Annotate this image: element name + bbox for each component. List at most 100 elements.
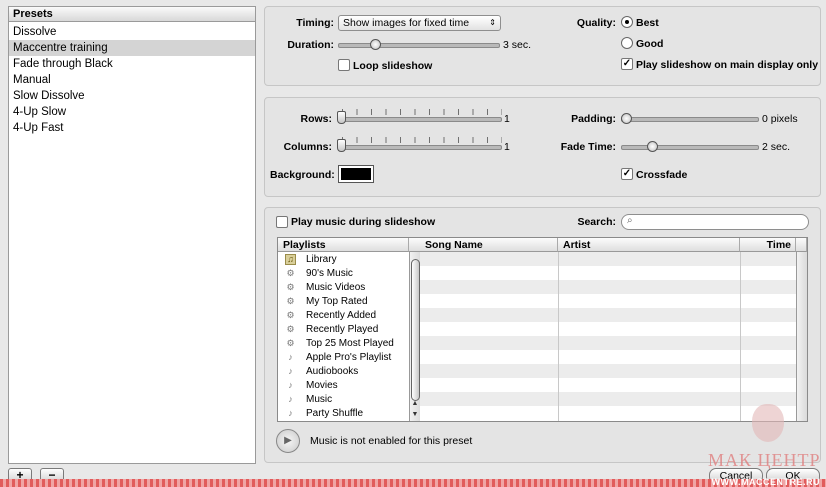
preset-item[interactable]: Manual: [9, 72, 255, 88]
playlist-icon: ♪: [288, 380, 293, 390]
smart-playlist-icon: ⚙: [286, 324, 295, 334]
fade-time-label: Fade Time:: [560, 141, 616, 153]
playlist-icon: ♪: [288, 366, 293, 376]
search-input[interactable]: ⌕: [621, 214, 809, 230]
preset-list: Dissolve Maccentre training Fade through B…: [9, 22, 255, 136]
playlist-icon: ♪: [288, 408, 293, 418]
playlist-item-label: Party Shuffle: [306, 408, 364, 419]
playlist-item-label: Recently Played: [306, 324, 379, 335]
quality-label: Quality:: [576, 17, 616, 29]
quality-best-label: Best: [636, 17, 659, 29]
artist-column-header[interactable]: Artist: [558, 238, 740, 252]
playlist-item[interactable]: ⚙ Recently Added: [278, 309, 409, 323]
song-name-column-header[interactable]: Song Name: [420, 238, 558, 252]
songs-header-corner: [796, 238, 807, 252]
playlist-item[interactable]: ♪ Music: [278, 393, 409, 407]
crossfade-checkbox[interactable]: ✓: [621, 168, 633, 180]
duration-label: Duration:: [287, 39, 334, 51]
songs-scrollbar[interactable]: [796, 252, 807, 421]
columns-value: 1: [504, 141, 510, 153]
playlist-item-label: My Top Rated: [306, 296, 368, 307]
smart-playlist-icon: ⚙: [286, 268, 295, 278]
rows-slider-knob[interactable]: [337, 111, 346, 124]
playlist-item[interactable]: ♪ Party Shuffle: [278, 407, 409, 421]
quality-good-label: Good: [636, 38, 664, 50]
rows-slider[interactable]: [338, 117, 502, 122]
preset-item[interactable]: Dissolve: [9, 24, 255, 40]
smart-playlist-icon: ⚙: [286, 282, 295, 292]
music-status-text: Music is not enabled for this preset: [310, 435, 473, 447]
scroll-up-icon[interactable]: ▲: [410, 399, 420, 409]
play-preview-button[interactable]: ▶: [276, 429, 300, 453]
smart-playlist-icon: ⚙: [286, 310, 295, 320]
timing-label: Timing:: [296, 17, 334, 29]
playlist-icon: ♪: [288, 394, 293, 404]
column-divider: [740, 252, 741, 421]
search-label: Search:: [577, 216, 616, 228]
padding-slider[interactable]: [621, 117, 759, 122]
columns-slider[interactable]: [338, 145, 502, 150]
playlist-item[interactable]: ⚙ My Top Rated: [278, 295, 409, 309]
main-display-checkbox[interactable]: ✓: [621, 58, 633, 70]
columns-ticks: [342, 137, 502, 143]
scroll-down-icon[interactable]: ▼: [410, 410, 420, 420]
columns-slider-knob[interactable]: [337, 139, 346, 152]
presets-panel: Presets Dissolve Maccentre training Fade t…: [8, 6, 256, 464]
fade-time-slider[interactable]: [621, 145, 759, 150]
preset-item[interactable]: 4-Up Slow: [9, 104, 255, 120]
smart-playlist-icon: ⚙: [286, 338, 295, 348]
time-column-header[interactable]: Time: [740, 238, 796, 252]
loop-slideshow-checkbox[interactable]: [338, 59, 350, 71]
playlist-item[interactable]: ⚙ 90's Music: [278, 267, 409, 281]
playlists-header[interactable]: Playlists: [278, 238, 409, 252]
playlist-item[interactable]: ⚙ Top 25 Most Played: [278, 337, 409, 351]
library-icon: ♫: [285, 254, 296, 265]
playlists-scroll-thumb[interactable]: [411, 259, 420, 401]
playlists-pane: Playlists ♫ Library ⚙ 90's Music ⚙ Music Vide…: [277, 237, 422, 422]
watermark-banner: [0, 479, 826, 487]
padding-slider-knob[interactable]: [621, 113, 632, 124]
watermark-url: WWW.MACCENTRE.RU: [711, 477, 820, 487]
smart-playlist-icon: ⚙: [286, 296, 295, 306]
playlist-item[interactable]: ♪ Movies: [278, 379, 409, 393]
playlist-item[interactable]: ⚙ Music Videos: [278, 281, 409, 295]
playlist-item-label: Audiobooks: [306, 366, 359, 377]
preset-item[interactable]: Maccentre training: [9, 40, 255, 56]
main-display-label: Play slideshow on main display only: [636, 59, 819, 71]
playlist-item[interactable]: ⚙ Recently Played: [278, 323, 409, 337]
playlist-item-label: Music Videos: [306, 282, 366, 293]
playlist-item-label: Music: [306, 394, 333, 405]
rows-value: 1: [504, 113, 510, 125]
play-music-label: Play music during slideshow: [291, 216, 436, 228]
play-icon: ▶: [284, 435, 292, 446]
background-color-fill: [341, 168, 371, 180]
duration-slider-knob[interactable]: [370, 39, 381, 50]
playlist-item[interactable]: ♪ Audiobooks: [278, 365, 409, 379]
playlist-item-label: 90's Music: [306, 268, 353, 279]
timing-popup[interactable]: Show images for fixed time ⇕: [338, 15, 501, 31]
preset-item[interactable]: Slow Dissolve: [9, 88, 255, 104]
playlist-item-label: Top 25 Most Played: [306, 338, 394, 349]
loop-slideshow-label: Loop slideshow: [353, 60, 433, 72]
column-divider: [558, 252, 559, 421]
quality-good-radio[interactable]: [621, 37, 633, 49]
presets-header: Presets: [9, 7, 255, 22]
playlist-item-label: Library: [306, 254, 337, 265]
playlist-item-label: Recently Added: [306, 310, 377, 321]
playlist-item[interactable]: ♪ Apple Pro's Playlist: [278, 351, 409, 365]
duration-slider[interactable]: [338, 43, 500, 48]
background-color-well[interactable]: [338, 165, 374, 183]
fade-time-slider-knob[interactable]: [647, 141, 658, 152]
fade-time-value: 2 sec.: [762, 141, 791, 153]
songs-table: Song Name Artist Time: [420, 237, 808, 422]
playlist-item-label: Movies: [306, 380, 338, 391]
rows-label: Rows:: [300, 113, 333, 125]
preset-item[interactable]: 4-Up Fast: [9, 120, 255, 136]
duration-value: 3 sec.: [503, 39, 532, 51]
playlist-list: ♫ Library ⚙ 90's Music ⚙ Music Videos ⚙ My Top …: [278, 253, 409, 421]
playlist-item[interactable]: ♫ Library: [278, 253, 409, 267]
play-music-checkbox[interactable]: [276, 216, 288, 228]
quality-best-radio[interactable]: [621, 16, 633, 28]
preset-item[interactable]: Fade through Black: [9, 56, 255, 72]
popup-arrows-icon: ⇕: [489, 18, 496, 27]
